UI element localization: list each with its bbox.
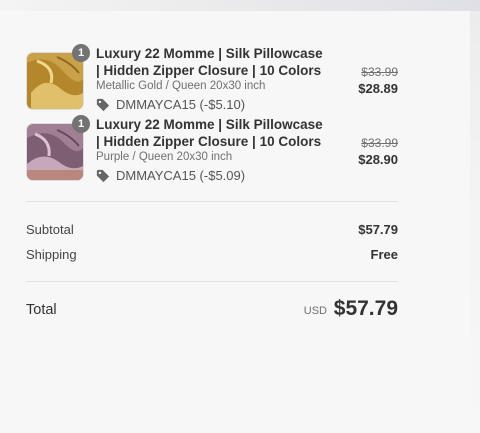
divider: [26, 201, 398, 202]
product-title: Luxury 22 Momme | Silk Pillowcase | Hidd…: [96, 46, 323, 78]
divider: [26, 281, 398, 282]
discount-text: DMMAYCA15 (-$5.10): [116, 97, 246, 112]
tag-icon: [96, 169, 110, 182]
subtotal-value: $57.79: [358, 222, 398, 237]
shipping-value: Free: [370, 247, 398, 262]
original-price: $33.99: [361, 65, 398, 79]
product-variant: Purple / Queen 20x30 inch: [96, 151, 233, 163]
product-variant: Metallic Gold / Queen 20x30 inch: [96, 80, 266, 92]
discount-code: DMMAYCA15 (-$5.09): [96, 168, 245, 183]
quantity-badge: 1: [72, 115, 90, 133]
product-thumbnail: [26, 52, 84, 110]
original-price: $33.99: [361, 136, 398, 150]
discount-code: DMMAYCA15 (-$5.10): [96, 97, 245, 112]
sale-price: $28.89: [358, 81, 398, 96]
subtotal-label: Subtotal: [26, 222, 74, 237]
currency-code: USD: [303, 305, 327, 317]
discount-text: DMMAYCA15 (-$5.09): [116, 168, 246, 183]
product-thumbnail: [26, 123, 84, 181]
sale-price: $28.90: [358, 152, 398, 167]
side-panel-edge: [470, 11, 480, 433]
tag-icon: [96, 98, 110, 111]
total-value: $57.79: [333, 297, 398, 320]
line-item: 1 Luxury 22 Momme | Silk Pillowcase | Hi…: [26, 44, 398, 116]
quantity-badge: 1: [72, 44, 90, 62]
shipping-label: Shipping: [26, 247, 77, 262]
product-title: Luxury 22 Momme | Silk Pillowcase | Hidd…: [96, 117, 323, 149]
top-bar: [0, 0, 480, 11]
line-item: 1 Luxury 22 Momme | Silk Pillowcase | Hi…: [26, 115, 398, 187]
total-label: Total: [26, 302, 57, 318]
